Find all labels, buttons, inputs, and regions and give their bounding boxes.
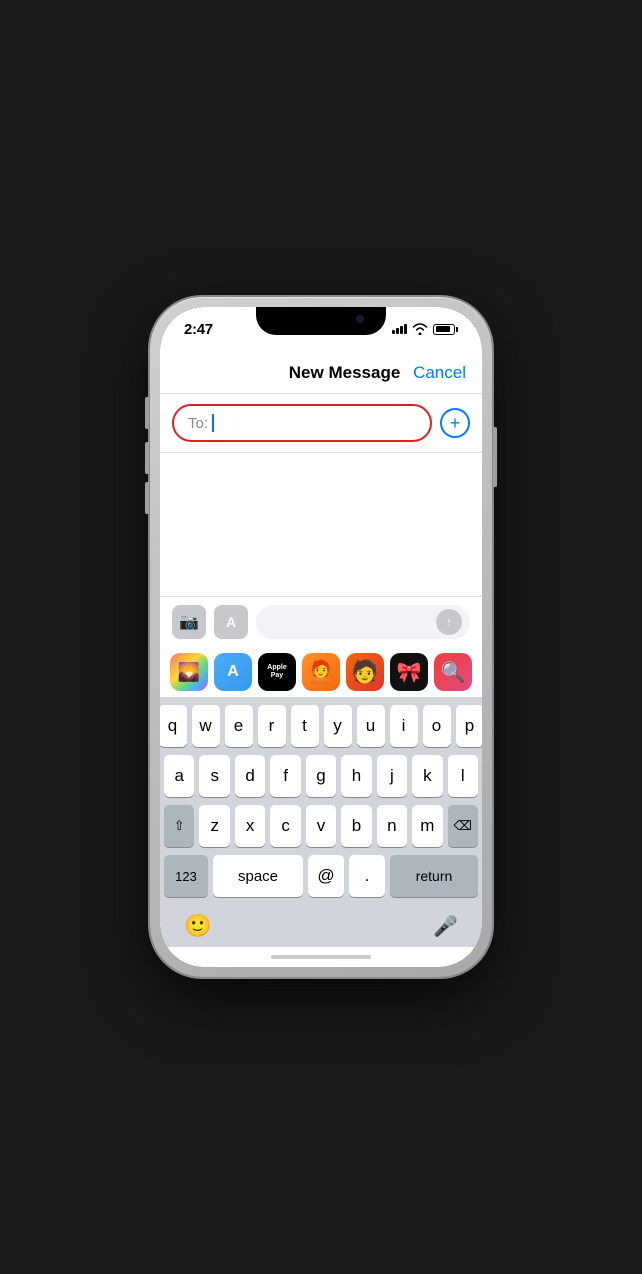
keyboard-row-2: a s d f g h j k l bbox=[164, 755, 478, 797]
shift-key[interactable]: ⇧ bbox=[164, 805, 194, 847]
key-p[interactable]: p bbox=[456, 705, 483, 747]
dot-key[interactable]: . bbox=[349, 855, 385, 897]
status-bar: 2:47 bbox=[160, 307, 482, 351]
battery-icon bbox=[433, 324, 458, 335]
at-key[interactable]: @ bbox=[308, 855, 344, 897]
appstore-icon: A bbox=[226, 614, 236, 630]
key-i[interactable]: i bbox=[390, 705, 418, 747]
key-f[interactable]: f bbox=[270, 755, 300, 797]
phone-inner: 2:47 bbox=[160, 307, 482, 967]
camera-icon: 📷 bbox=[179, 612, 199, 632]
key-t[interactable]: t bbox=[291, 705, 319, 747]
send-icon: ↑ bbox=[446, 615, 452, 629]
emoji-button[interactable]: 🙂 bbox=[184, 913, 211, 939]
status-icons bbox=[392, 323, 458, 335]
key-u[interactable]: u bbox=[357, 705, 385, 747]
applepay-icon[interactable]: ApplePay bbox=[258, 653, 296, 691]
app-toolbar: 📷 A ↑ bbox=[160, 596, 482, 647]
key-x[interactable]: x bbox=[235, 805, 265, 847]
key-y[interactable]: y bbox=[324, 705, 352, 747]
key-s[interactable]: s bbox=[199, 755, 229, 797]
key-e[interactable]: e bbox=[225, 705, 253, 747]
message-body[interactable] bbox=[160, 453, 482, 596]
cancel-button[interactable]: Cancel bbox=[413, 363, 466, 383]
app-icons-row: 🌄 A ApplePay 🧑‍🦰 🧑 🎀 bbox=[160, 647, 482, 697]
photos-app-icon[interactable]: 🌄 bbox=[170, 653, 208, 691]
key-w[interactable]: w bbox=[192, 705, 220, 747]
key-h[interactable]: h bbox=[341, 755, 371, 797]
plus-icon: + bbox=[450, 413, 461, 434]
phone-frame: 2:47 bbox=[150, 297, 492, 977]
status-time: 2:47 bbox=[184, 321, 213, 338]
message-input-bar[interactable]: ↑ bbox=[256, 605, 470, 639]
key-c[interactable]: c bbox=[270, 805, 300, 847]
to-label: To: bbox=[188, 415, 208, 432]
key-v[interactable]: v bbox=[306, 805, 336, 847]
add-contact-button[interactable]: + bbox=[440, 408, 470, 438]
page-title: New Message bbox=[276, 363, 413, 383]
text-cursor bbox=[212, 414, 214, 432]
memoji2-icon[interactable]: 🧑 bbox=[346, 653, 384, 691]
mic-button[interactable]: 🎤 bbox=[433, 914, 458, 939]
return-key[interactable]: return bbox=[390, 855, 478, 897]
search-app-icon[interactable]: 🔍 bbox=[434, 653, 472, 691]
key-g[interactable]: g bbox=[306, 755, 336, 797]
space-key[interactable]: space bbox=[213, 855, 303, 897]
main-content: New Message Cancel To: + bbox=[160, 351, 482, 967]
keyboard-row-1: q w e r t y u i o p bbox=[164, 705, 478, 747]
numbers-key[interactable]: 123 bbox=[164, 855, 208, 897]
camera-button[interactable]: 📷 bbox=[172, 605, 206, 639]
applepay-label: ApplePay bbox=[267, 664, 286, 681]
to-field-container: To: + bbox=[160, 394, 482, 453]
screen: 2:47 bbox=[160, 307, 482, 967]
key-m[interactable]: m bbox=[412, 805, 442, 847]
key-n[interactable]: n bbox=[377, 805, 407, 847]
key-l[interactable]: l bbox=[448, 755, 478, 797]
delete-key[interactable]: ⌫ bbox=[448, 805, 478, 847]
to-input-field[interactable]: To: bbox=[172, 404, 432, 442]
keyboard-row-3: ⇧ z x c v b n m ⌫ bbox=[164, 805, 478, 847]
appstore-app-icon-label: A bbox=[227, 663, 239, 681]
send-button[interactable]: ↑ bbox=[436, 609, 462, 635]
key-k[interactable]: k bbox=[412, 755, 442, 797]
key-z[interactable]: z bbox=[199, 805, 229, 847]
key-b[interactable]: b bbox=[341, 805, 371, 847]
home-bar bbox=[271, 955, 371, 959]
key-r[interactable]: r bbox=[258, 705, 286, 747]
key-o[interactable]: o bbox=[423, 705, 451, 747]
key-j[interactable]: j bbox=[377, 755, 407, 797]
keyboard-row-4: 123 space @ . return bbox=[164, 855, 478, 897]
bottom-bar: 🙂 🎤 bbox=[160, 909, 482, 947]
key-q[interactable]: q bbox=[160, 705, 187, 747]
message-header: New Message Cancel bbox=[160, 351, 482, 394]
signal-bars-icon bbox=[392, 324, 407, 334]
key-a[interactable]: a bbox=[164, 755, 194, 797]
memoji1-icon[interactable]: 🧑‍🦰 bbox=[302, 653, 340, 691]
keyboard: q w e r t y u i o p a s bbox=[160, 697, 482, 909]
appstore-app-icon[interactable]: A bbox=[214, 653, 252, 691]
home-indicator bbox=[160, 947, 482, 967]
wifi-icon bbox=[412, 323, 428, 335]
appstore-button[interactable]: A bbox=[214, 605, 248, 639]
heartdot-icon[interactable]: 🎀 bbox=[390, 653, 428, 691]
photos-icon: 🌄 bbox=[178, 662, 200, 683]
key-d[interactable]: d bbox=[235, 755, 265, 797]
